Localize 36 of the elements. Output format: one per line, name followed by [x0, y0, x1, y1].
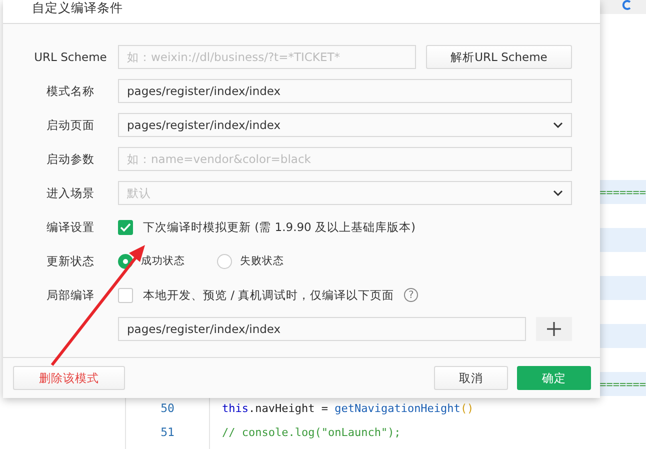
add-button[interactable] [536, 317, 572, 341]
checkbox-label: 本地开发、预览 / 真机调试时，仅编译以下页面 [143, 288, 394, 302]
plus-icon [547, 322, 561, 336]
line-number: 50 [160, 401, 174, 415]
checkbox-label: 下次编译时模拟更新 (需 1.9.90 及以上基础库版本) [143, 220, 416, 234]
text-field[interactable]: 如：name=vendor&color=black [118, 147, 572, 171]
page-path-field[interactable]: pages/register/index/index [118, 317, 526, 341]
field-label: 编译设置 [46, 220, 96, 234]
field-label: 局部编译 [46, 288, 96, 302]
delete-button[interactable]: 删除该模式 [13, 366, 125, 390]
checkbox[interactable] [118, 220, 133, 234]
code-line: ======= [600, 378, 646, 390]
field-label: 启动参数 [46, 152, 96, 166]
code-line: ======= [600, 186, 646, 198]
dropdown[interactable]: pages/register/index/index [118, 113, 572, 137]
parse-button[interactable]: 解析URL Scheme [426, 45, 572, 69]
logo-icon [622, 0, 632, 10]
cancel-button[interactable]: 取消 [434, 366, 508, 390]
dialog-title: 自定义编译条件 [32, 0, 123, 15]
field-label: 模式名称 [46, 84, 96, 98]
field-label: 更新状态 [46, 254, 96, 268]
field-label: 进入场景 [46, 186, 96, 200]
field-label: URL Scheme [33, 50, 108, 64]
radio-button[interactable] [217, 254, 232, 268]
radio-label: 失败状态 [240, 254, 284, 268]
field-label: 启动页面 [46, 118, 96, 132]
help-icon[interactable]: ? [404, 288, 418, 302]
code-line: // console.log("onLaunch"); [221, 426, 401, 438]
radio-label: 成功状态 [141, 254, 185, 268]
text-field[interactable]: 如：weixin://dl/business/?t=*TICKET* [118, 45, 416, 69]
code-line: this.navHeight = getNavigationHeight() [221, 402, 474, 414]
text-field[interactable]: pages/register/index/index [118, 79, 572, 103]
chevron-down-icon [553, 122, 563, 128]
chevron-down-icon [553, 190, 563, 196]
checkbox[interactable] [118, 288, 133, 302]
line-number: 51 [160, 425, 174, 439]
